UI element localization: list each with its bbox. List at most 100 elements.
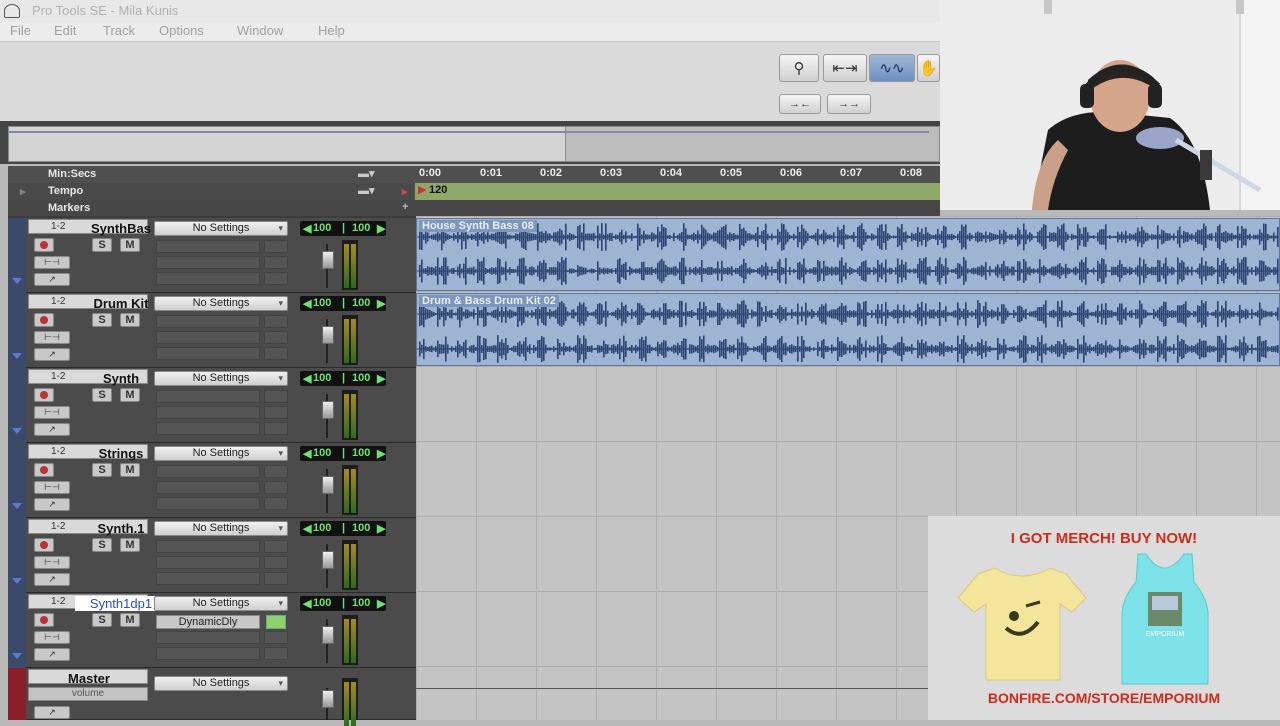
settings-dropdown[interactable]: No Settings xyxy=(154,596,288,611)
insert-slot[interactable] xyxy=(156,315,260,328)
plugin-insert[interactable]: DynamicDly xyxy=(156,615,260,629)
settings-dropdown[interactable]: No Settings xyxy=(154,371,288,386)
tempo-expand-icon[interactable]: ▸ xyxy=(20,185,26,198)
insert-slot[interactable] xyxy=(156,465,260,478)
insert-slot[interactable] xyxy=(156,647,260,660)
ruler-menu-icon[interactable]: ▬▾ xyxy=(358,167,375,180)
expand-track-icon[interactable] xyxy=(12,428,22,434)
menu-window[interactable]: Window xyxy=(237,23,283,38)
tempo-bar[interactable]: ▶ 120 xyxy=(415,183,940,200)
track-strings[interactable]: 1-2 Strings S M ⊢⊣ ↗ No Settings ◀ 100 |… xyxy=(8,443,416,518)
grabber-tool-button[interactable]: ✋ xyxy=(917,54,940,82)
insert-toggle[interactable] xyxy=(264,422,288,435)
insert-toggle[interactable] xyxy=(264,572,288,585)
insert-slot[interactable] xyxy=(156,240,260,253)
solo-button[interactable]: S xyxy=(92,388,112,402)
input-monitor-button[interactable]: ⊢⊣ xyxy=(34,481,70,494)
tempo-add-icon[interactable]: ▸ xyxy=(402,185,408,198)
insert-toggle[interactable] xyxy=(264,390,288,403)
volume-readout[interactable]: ◀ 100 | 100 ▶ xyxy=(300,446,386,461)
automation-mode-button[interactable]: ↗ xyxy=(34,573,70,586)
volume-fader[interactable] xyxy=(322,326,334,344)
trim-tool-button[interactable]: ⇤⇥ xyxy=(823,54,867,82)
volume-readout[interactable]: ◀ 100 | 100 ▶ xyxy=(300,521,386,536)
automation-mode-button[interactable]: ↗ xyxy=(34,423,70,436)
volume-fader[interactable] xyxy=(322,690,334,708)
settings-dropdown[interactable]: No Settings xyxy=(154,446,288,461)
volume-readout[interactable]: ◀ 100 | 100 ▶ xyxy=(300,371,386,386)
insert-slot[interactable] xyxy=(156,347,260,360)
volume-fader[interactable] xyxy=(322,251,334,269)
insert-toggle[interactable] xyxy=(264,347,288,360)
insert-toggle[interactable] xyxy=(264,647,288,660)
audio-clip[interactable]: House Synth Bass 08 xyxy=(416,218,1280,291)
insert-slot[interactable] xyxy=(156,572,260,585)
expand-track-icon[interactable] xyxy=(12,278,22,284)
settings-dropdown[interactable]: No Settings xyxy=(154,221,288,236)
mute-button[interactable]: M xyxy=(120,313,140,327)
merch-ad-overlay[interactable]: I GOT MERCH! BUY NOW! EMPORIUM BONFIRE.C… xyxy=(928,516,1280,720)
add-marker-icon[interactable]: + xyxy=(402,201,408,213)
solo-button[interactable]: S xyxy=(92,463,112,477)
menu-edit[interactable]: Edit xyxy=(54,23,76,38)
input-monitor-button[interactable]: ⊢⊣ xyxy=(34,256,70,269)
insert-slot[interactable] xyxy=(156,390,260,403)
input-monitor-button[interactable]: ⊢⊣ xyxy=(34,631,70,644)
merch-url[interactable]: BONFIRE.COM/STORE/EMPORIUM xyxy=(928,690,1280,706)
menu-options[interactable]: Options xyxy=(159,23,204,38)
insert-toggle[interactable] xyxy=(264,481,288,494)
input-monitor-button[interactable]: ⊢⊣ xyxy=(34,331,70,344)
record-arm-button[interactable] xyxy=(34,538,54,552)
insert-toggle[interactable] xyxy=(264,331,288,344)
track-drum-kit[interactable]: 1-2 Drum Kit S M ⊢⊣ ↗ No Settings ◀ 100 … xyxy=(8,293,416,368)
record-arm-button[interactable] xyxy=(34,613,54,627)
automation-mode-button[interactable]: ↗ xyxy=(34,348,70,361)
insert-toggle[interactable] xyxy=(264,240,288,253)
plugin-active-indicator[interactable] xyxy=(266,615,286,629)
volume-fader[interactable] xyxy=(322,476,334,494)
track-synth[interactable]: 1-2 Synth S M ⊢⊣ ↗ No Settings ◀ 100 | 1… xyxy=(8,368,416,443)
expand-track-icon[interactable] xyxy=(12,578,22,584)
insert-toggle[interactable] xyxy=(264,406,288,419)
solo-button[interactable]: S xyxy=(92,238,112,252)
insert-toggle[interactable] xyxy=(264,272,288,285)
tempo-menu-icon[interactable]: ▬▾ xyxy=(358,184,375,197)
automation-mode-button[interactable]: ↗ xyxy=(34,273,70,286)
markers-ruler[interactable]: Markers + xyxy=(8,200,940,216)
track-synthbas[interactable]: 1-2 SynthBas S M ⊢⊣ ↗ No Settings ◀ 100 … xyxy=(8,218,416,293)
volume-readout[interactable]: ◀ 100 | 100 ▶ xyxy=(300,296,386,311)
track-synth-1[interactable]: 1-2 Synth.1 S M ⊢⊣ ↗ No Settings ◀ 100 |… xyxy=(8,518,416,593)
master-view-selector[interactable]: volume xyxy=(28,687,148,701)
input-monitor-button[interactable]: ⊢⊣ xyxy=(34,406,70,419)
session-overview[interactable] xyxy=(8,126,940,162)
settings-dropdown[interactable]: No Settings xyxy=(154,521,288,536)
expand-track-icon[interactable] xyxy=(12,353,22,359)
insert-slot[interactable] xyxy=(156,331,260,344)
automation-mode-button[interactable]: ↗ xyxy=(34,706,70,719)
mute-button[interactable]: M xyxy=(120,463,140,477)
insert-slot[interactable] xyxy=(156,272,260,285)
solo-button[interactable]: S xyxy=(92,613,112,627)
insert-toggle[interactable] xyxy=(264,497,288,510)
insert-toggle[interactable] xyxy=(264,465,288,478)
solo-button[interactable]: S xyxy=(92,313,112,327)
audio-clip[interactable]: Drum & Bass Drum Kit 02 xyxy=(416,293,1280,366)
expand-track-icon[interactable] xyxy=(12,653,22,659)
slip-mode-button[interactable]: →→ xyxy=(827,94,871,114)
shuffle-mode-button[interactable]: →← xyxy=(779,94,821,114)
menu-file[interactable]: File xyxy=(10,23,31,38)
volume-fader[interactable] xyxy=(322,626,334,644)
insert-slot[interactable] xyxy=(156,631,260,644)
track-master[interactable]: Master volume ↗ No Settings xyxy=(8,668,416,726)
insert-slot[interactable] xyxy=(156,406,260,419)
volume-fader[interactable] xyxy=(322,401,334,419)
record-arm-button[interactable] xyxy=(34,238,54,252)
record-arm-button[interactable] xyxy=(34,463,54,477)
record-arm-button[interactable] xyxy=(34,388,54,402)
zoom-tool-button[interactable]: ⚲ xyxy=(779,54,819,82)
mute-button[interactable]: M xyxy=(120,388,140,402)
selector-tool-button[interactable]: ∿∿ xyxy=(869,54,915,82)
insert-slot[interactable] xyxy=(156,540,260,553)
track-synth1dp1[interactable]: 1-2 Synth1dp1 S M ⊢⊣ ↗ No Settings Dynam… xyxy=(8,593,416,668)
minsecs-ruler[interactable]: Min:Secs ▬▾ 0:00 0:01 0:02 0:03 0:04 0:0… xyxy=(8,166,940,183)
